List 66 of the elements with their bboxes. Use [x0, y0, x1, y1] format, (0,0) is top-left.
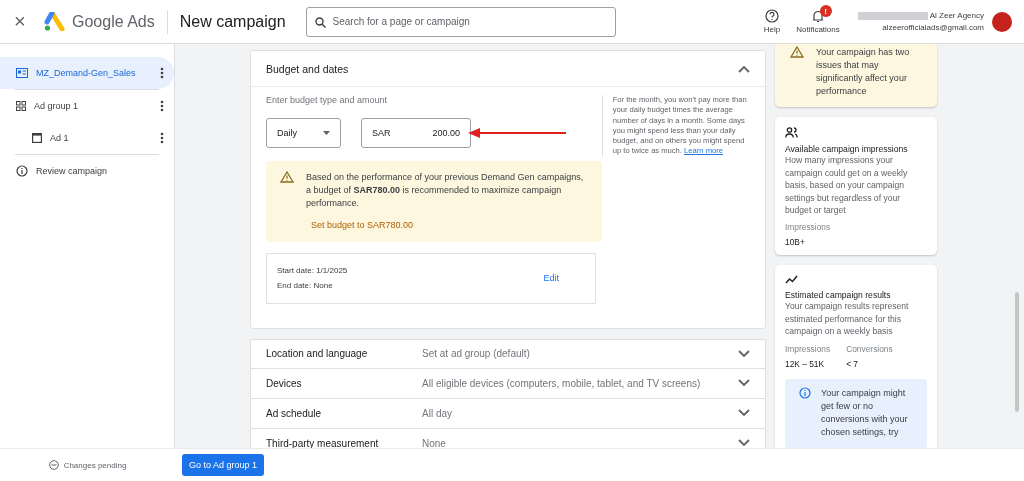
insight-title: Available campaign impressions [785, 144, 909, 155]
bell-icon[interactable] [810, 9, 825, 23]
notifications-label: Notifications [796, 25, 840, 34]
campaign-icon [16, 68, 28, 78]
help-icon[interactable] [764, 9, 779, 23]
metric-label: Impressions [785, 343, 831, 354]
search-field[interactable]: Search for a page or campaign [305, 6, 616, 37]
go-to-ad-group-button[interactable]: Go to Ad group 1 [182, 454, 265, 476]
minus-circle-icon [48, 460, 59, 470]
chevron-icon[interactable] [738, 64, 750, 73]
chevron-icon[interactable] [738, 409, 750, 417]
page-title: New campaign [179, 12, 286, 31]
budget-type-dropdown[interactable]: Daily [266, 118, 341, 148]
card-header[interactable]: Budget and dates [251, 51, 765, 87]
metric-value: 12K – 51K [785, 358, 826, 369]
warning-text: Your campaign has two issues that may significantly affect your performance [816, 46, 911, 99]
end-date: End date: None [277, 280, 334, 293]
search-icon [314, 16, 326, 28]
chevron-icon[interactable] [738, 349, 750, 358]
edit-link[interactable]: Edit [543, 273, 559, 284]
metric-label: Conversions [846, 343, 893, 354]
insight-title: Estimated campaign results [785, 290, 892, 301]
settings-row[interactable]: Third-party measurement None [250, 428, 766, 448]
warning-icon [790, 46, 804, 58]
info-text: Your campaign might get few or no conversions with your chosen settings, try [821, 386, 909, 439]
redacted-name [857, 11, 928, 20]
account-name: Al Zeer Agency [929, 11, 984, 20]
warning-icon [280, 171, 294, 183]
metric-label: Impressions [785, 222, 831, 233]
status-text: Changes pending [63, 460, 127, 470]
settings-row[interactable]: Ad schedule All day [250, 398, 766, 429]
more-icon[interactable] [160, 67, 164, 79]
more-icon[interactable] [160, 132, 164, 144]
trend-icon [785, 275, 798, 285]
sidebar-item[interactable]: MZ_Demand-Gen_Sales [0, 57, 174, 89]
logo-icon [44, 12, 66, 31]
recommendation-text: Based on the performance of your previous Demand Gen campaigns, a budget of SAR780.00 is recommended to maximize campaign performance. [306, 171, 585, 211]
grid-icon [16, 101, 26, 111]
start-date: Start date: 1/1/2025 [277, 265, 348, 278]
sidebar-item[interactable]: Review campaign [0, 155, 174, 187]
account-email: alzeerofficialads@gmail.com [882, 23, 984, 32]
notification-badge: ! [819, 5, 832, 17]
avatar[interactable] [992, 11, 1012, 32]
info-icon [16, 165, 28, 177]
window-icon [32, 133, 42, 143]
sidebar-item[interactable]: Ad group 1 [0, 90, 174, 122]
people-icon [785, 127, 798, 139]
budget-prompt: Enter budget type and amount [266, 95, 389, 105]
chevron-icon[interactable] [738, 439, 750, 447]
metric-value: < 7 [846, 358, 860, 369]
insight-description: Your campaign results represent estimated performance for this campaign on a weekly basis [785, 300, 910, 338]
product-name: Google Ads [72, 12, 155, 31]
set-budget-link[interactable]: Set budget to SAR780.00 [311, 220, 414, 231]
chevron-icon[interactable] [738, 379, 750, 387]
help-label: Help [763, 25, 781, 34]
sidebar-item[interactable]: Ad 1 [0, 122, 174, 154]
insight-description: How many impressions your campaign could get on a weekly basis, based on your campaign settings but regardless of your budget or target [785, 154, 909, 217]
scrollbar[interactable] [1015, 292, 1019, 412]
metric-value: 10B+ [785, 237, 806, 248]
settings-row[interactable]: Location and language Set at ad group (default) [250, 338, 766, 369]
more-icon[interactable] [160, 100, 164, 112]
info-icon [799, 386, 811, 399]
currency-label: SAR [372, 128, 391, 138]
settings-row[interactable]: Devices All eligible devices (computers, mobile, tablet, and TV screens) [250, 368, 766, 399]
caret-icon [323, 131, 330, 135]
close-button[interactable]: × [14, 10, 36, 33]
